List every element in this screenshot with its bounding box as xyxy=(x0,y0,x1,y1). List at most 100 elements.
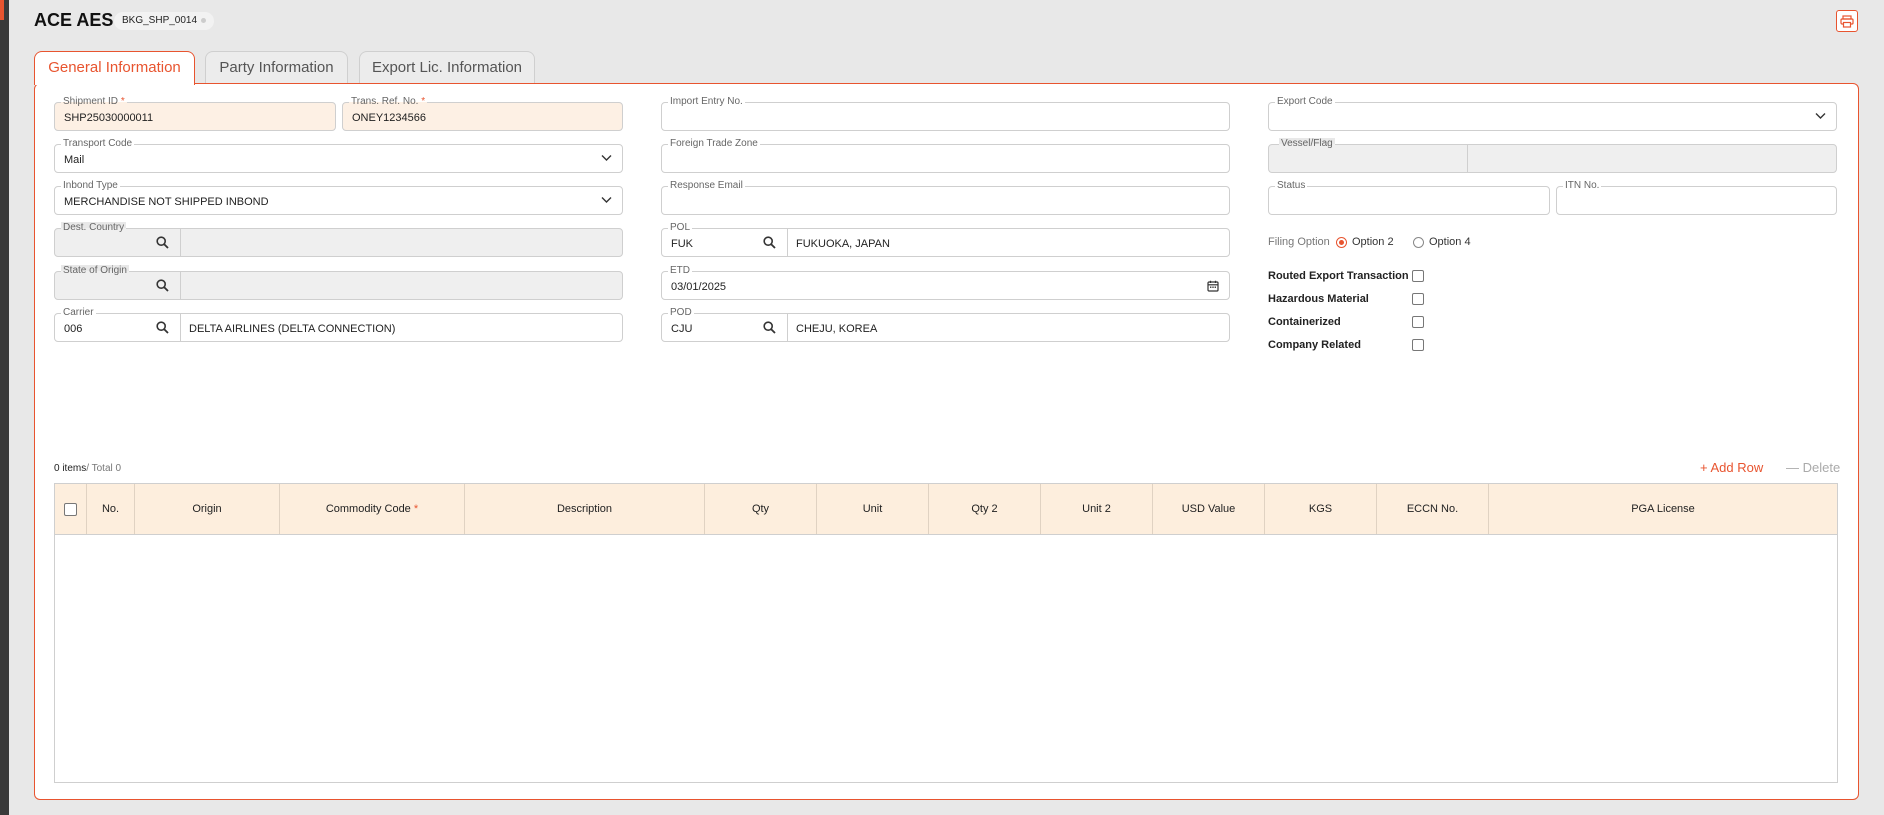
etd-date-field[interactable]: ETD 03/01/2025 xyxy=(661,265,1230,300)
state-of-origin-name xyxy=(180,272,622,299)
dest-country-name xyxy=(180,229,622,256)
trans-ref-no-value: ONEY1234566 xyxy=(352,112,426,124)
calendar-icon[interactable] xyxy=(1207,280,1219,292)
filing-option-2-label: Option 2 xyxy=(1352,236,1394,248)
delete-row-button[interactable]: — Delete xyxy=(1786,460,1840,475)
search-icon[interactable] xyxy=(763,236,776,249)
pol-name-value: FUKUOKA, JAPAN xyxy=(796,238,890,250)
status-field[interactable]: Status xyxy=(1268,180,1550,215)
col-commodity-code[interactable]: Commodity Code * xyxy=(280,484,465,534)
shipment-id-field[interactable]: Shipment ID * SHP25030000011 xyxy=(54,96,336,131)
col-origin[interactable]: Origin xyxy=(135,484,280,534)
col-unit-2[interactable]: Unit 2 xyxy=(1041,484,1153,534)
etd-value: 03/01/2025 xyxy=(671,281,727,293)
grid-header: No. Origin Commodity Code * Description … xyxy=(55,484,1837,535)
filing-option-label: Filing Option xyxy=(1268,236,1330,248)
shipment-id-label-text: Shipment ID xyxy=(63,96,119,107)
carrier-field[interactable]: Carrier 006 DELTA AIRLINES (DELTA CONNEC… xyxy=(54,307,623,342)
search-icon[interactable] xyxy=(156,321,169,334)
pod-field[interactable]: POD CJU CHEJU, KOREA xyxy=(661,307,1230,342)
state-of-origin-field[interactable]: State of Origin xyxy=(54,265,623,300)
carrier-label: Carrier xyxy=(61,307,96,318)
pol-field[interactable]: POL FUK FUKUOKA, JAPAN xyxy=(661,222,1230,257)
shipment-id-label: Shipment ID * xyxy=(61,96,127,107)
required-mark: * xyxy=(413,503,419,515)
select-all-checkbox[interactable] xyxy=(64,502,77,516)
tab-export-lic-information[interactable]: Export Lic. Information xyxy=(359,51,535,84)
add-row-button[interactable]: + Add Row xyxy=(1700,460,1763,475)
filing-option-2-radio[interactable]: Option 2 xyxy=(1336,236,1394,248)
plus-icon: + xyxy=(1700,460,1708,475)
trans-ref-no-label-text: Trans. Ref. No. xyxy=(351,96,419,107)
search-icon[interactable] xyxy=(156,236,169,249)
filing-option-4-radio[interactable]: Option 4 xyxy=(1413,236,1471,248)
hazardous-material-label: Hazardous Material xyxy=(1268,293,1369,305)
dest-country-label: Dest. Country xyxy=(61,222,127,233)
minus-icon: — xyxy=(1786,460,1799,475)
routed-export-checkbox[interactable] xyxy=(1412,270,1424,282)
tab-general-information[interactable]: General Information xyxy=(34,51,195,85)
pol-code: FUK xyxy=(671,238,693,250)
company-related-label: Company Related xyxy=(1268,339,1361,351)
carrier-name-value: DELTA AIRLINES (DELTA CONNECTION) xyxy=(189,323,396,335)
tab-party-information[interactable]: Party Information xyxy=(205,51,348,84)
trans-ref-no-field[interactable]: Trans. Ref. No. * ONEY1234566 xyxy=(342,96,623,131)
chevron-down-icon xyxy=(1815,113,1826,119)
col-unit[interactable]: Unit xyxy=(817,484,929,534)
company-related-checkbox[interactable] xyxy=(1412,339,1424,351)
itn-no-label: ITN No. xyxy=(1563,180,1602,191)
pod-code: CJU xyxy=(671,323,693,335)
items-count: 0 items/ Total 0 xyxy=(54,463,121,474)
required-mark: * xyxy=(421,96,426,107)
print-button[interactable] xyxy=(1836,10,1858,32)
pod-label: POD xyxy=(668,307,694,318)
import-entry-no-label: Import Entry No. xyxy=(668,96,745,107)
vessel-flag-field[interactable]: Vessel/Flag xyxy=(1268,138,1837,173)
radio-selected-icon xyxy=(1336,236,1347,248)
foreign-trade-zone-field[interactable]: Foreign Trade Zone xyxy=(661,138,1230,173)
inbond-type-label: Inbond Type xyxy=(61,180,120,191)
carrier-code: 006 xyxy=(64,323,83,335)
badge-dot-icon xyxy=(201,17,207,23)
containerized-checkbox[interactable] xyxy=(1412,316,1424,328)
col-usd-value[interactable]: USD Value xyxy=(1153,484,1265,534)
col-pga-license[interactable]: PGA License xyxy=(1489,484,1837,534)
search-icon[interactable] xyxy=(156,279,169,292)
delete-label: Delete xyxy=(1802,460,1841,475)
booking-badge-text: BKG_SHP_0014 xyxy=(122,15,198,26)
foreign-trade-zone-label: Foreign Trade Zone xyxy=(668,138,760,149)
response-email-field[interactable]: Response Email xyxy=(661,180,1230,215)
hazardous-material-checkbox[interactable] xyxy=(1412,293,1424,305)
search-icon[interactable] xyxy=(763,321,776,334)
import-entry-no-field[interactable]: Import Entry No. xyxy=(661,96,1230,131)
transport-code-select[interactable]: Transport Code Mail xyxy=(54,138,623,173)
dest-country-field[interactable]: Dest. Country xyxy=(54,222,623,257)
routed-export-label: Routed Export Transaction xyxy=(1268,270,1409,282)
col-no[interactable]: No. xyxy=(87,484,135,534)
state-of-origin-label: State of Origin xyxy=(61,265,129,276)
left-rail-accent xyxy=(0,0,4,20)
carrier-name: DELTA AIRLINES (DELTA CONNECTION) xyxy=(180,314,622,341)
etd-label: ETD xyxy=(668,265,692,276)
flag-segment xyxy=(1467,145,1836,172)
containerized-label: Containerized xyxy=(1268,316,1341,328)
shipment-id-value: SHP25030000011 xyxy=(64,112,154,124)
filing-option-4-label: Option 4 xyxy=(1429,236,1471,248)
chevron-down-icon xyxy=(601,155,612,161)
inbond-type-select[interactable]: Inbond Type MERCHANDISE NOT SHIPPED INBO… xyxy=(54,180,623,215)
col-qty[interactable]: Qty xyxy=(705,484,817,534)
vessel-flag-label: Vessel/Flag xyxy=(1279,138,1335,149)
radio-unselected-icon xyxy=(1413,236,1424,248)
items-grid: No. Origin Commodity Code * Description … xyxy=(54,483,1838,783)
col-eccn-no[interactable]: ECCN No. xyxy=(1377,484,1489,534)
transport-code-value: Mail xyxy=(64,154,85,166)
col-description[interactable]: Description xyxy=(465,484,705,534)
col-kgs[interactable]: KGS xyxy=(1265,484,1377,534)
col-qty-2[interactable]: Qty 2 xyxy=(929,484,1041,534)
pod-name-value: CHEJU, KOREA xyxy=(796,323,878,335)
required-mark: * xyxy=(120,96,125,107)
itn-no-field[interactable]: ITN No. xyxy=(1556,180,1837,215)
export-code-select[interactable]: Export Code xyxy=(1268,96,1837,131)
export-code-label: Export Code xyxy=(1275,96,1335,107)
booking-badge: BKG_SHP_0014 xyxy=(114,12,215,30)
